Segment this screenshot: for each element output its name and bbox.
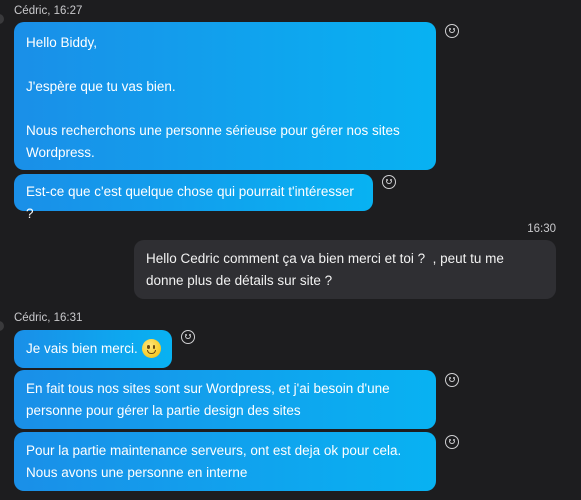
chat-conversation: Cédric, 16:27 Hello Biddy, J'espère que … <box>0 0 581 500</box>
smiley-outline-icon[interactable] <box>181 330 195 344</box>
smiley-outline-icon[interactable] <box>445 373 459 387</box>
message-bubble[interactable]: Est-ce que c'est quelque chose qui pourr… <box>14 174 373 221</box>
message-text: En fait tous nos sites sont sur Wordpres… <box>26 381 394 418</box>
smiley-outline-icon[interactable] <box>445 24 459 38</box>
message-timestamp: 16:30 <box>527 223 556 235</box>
sender-avatar[interactable] <box>0 321 4 331</box>
smiley-outline-icon[interactable] <box>382 175 396 189</box>
message-text: Hello Cedric comment ça va bien merci et… <box>146 251 508 288</box>
slightly-smiling-face-emoji <box>141 338 161 358</box>
message-text: Pour la partie maintenance serveurs, ont… <box>26 443 405 480</box>
message-text: Est-ce que c'est quelque chose qui pourr… <box>26 184 358 221</box>
message-text: Hello Biddy, J'espère que tu vas bien. N… <box>26 35 400 160</box>
sender-label: Cédric, 16:27 <box>14 5 83 17</box>
smiley-outline-icon[interactable] <box>445 435 459 449</box>
sender-label: Cédric, 16:31 <box>14 312 83 324</box>
message-text: Je vais bien merci. <box>26 341 138 356</box>
message-bubble[interactable]: Hello Cedric comment ça va bien merci et… <box>134 240 556 299</box>
message-bubble[interactable]: Hello Biddy, J'espère que tu vas bien. N… <box>14 22 436 170</box>
message-bubble[interactable]: En fait tous nos sites sont sur Wordpres… <box>14 370 436 429</box>
sender-avatar[interactable] <box>0 14 4 24</box>
message-bubble[interactable]: Pour la partie maintenance serveurs, ont… <box>14 432 436 491</box>
message-bubble[interactable]: Je vais bien merci. <box>14 330 172 368</box>
